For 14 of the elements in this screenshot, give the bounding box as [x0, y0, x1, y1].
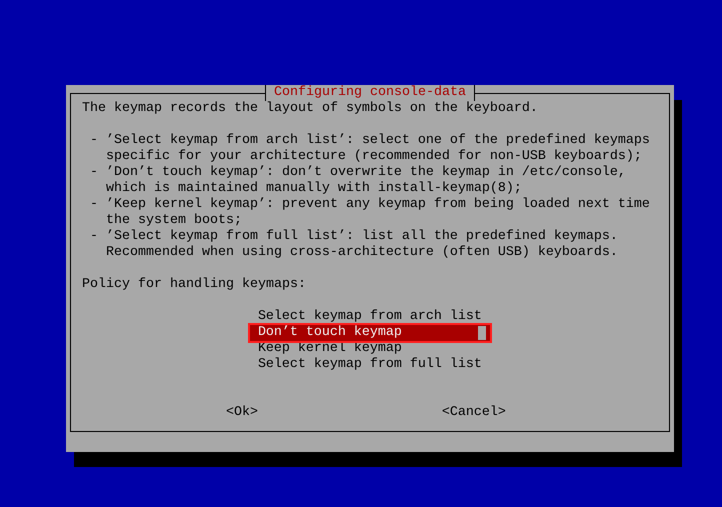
- menu-item[interactable]: Select keymap from full list: [250, 357, 490, 373]
- bullet-text: - ’Keep kernel keymap’: prevent any keymap from being loaded next time the system boots;: [89, 197, 651, 229]
- intro-text: The keymap records the layout of symbols on the keyboard.: [82, 101, 539, 117]
- bullet-text: - ’Select keymap from arch list’: select one of the predefined keymaps specific for your architecture (recommended for non-USB keyboards);: [89, 133, 651, 165]
- menu-item[interactable]: Keep kernel keymap: [250, 341, 490, 357]
- prompt-text: Policy for handling keymaps:: [82, 277, 307, 293]
- bullet-text: - ’Select keymap from full list’: list all the predefined keymaps. Recommended when using cross-architecture (often USB) keyboards.: [89, 229, 619, 261]
- dialog-button[interactable]: <Ok>: [226, 405, 258, 421]
- bullet-text: - ’Don’t touch keymap’: don’t overwrite the keymap in /etc/console, which is maintained manually with install-keymap(8);: [89, 165, 627, 197]
- dialog-title: Configuring console-data: [265, 85, 475, 101]
- menu-item[interactable]: Select keymap from arch list: [250, 309, 490, 325]
- dialog-button[interactable]: <Cancel>: [442, 405, 506, 421]
- cursor-icon: [478, 326, 486, 340]
- menu-item[interactable]: Don’t touch keymap: [250, 325, 490, 341]
